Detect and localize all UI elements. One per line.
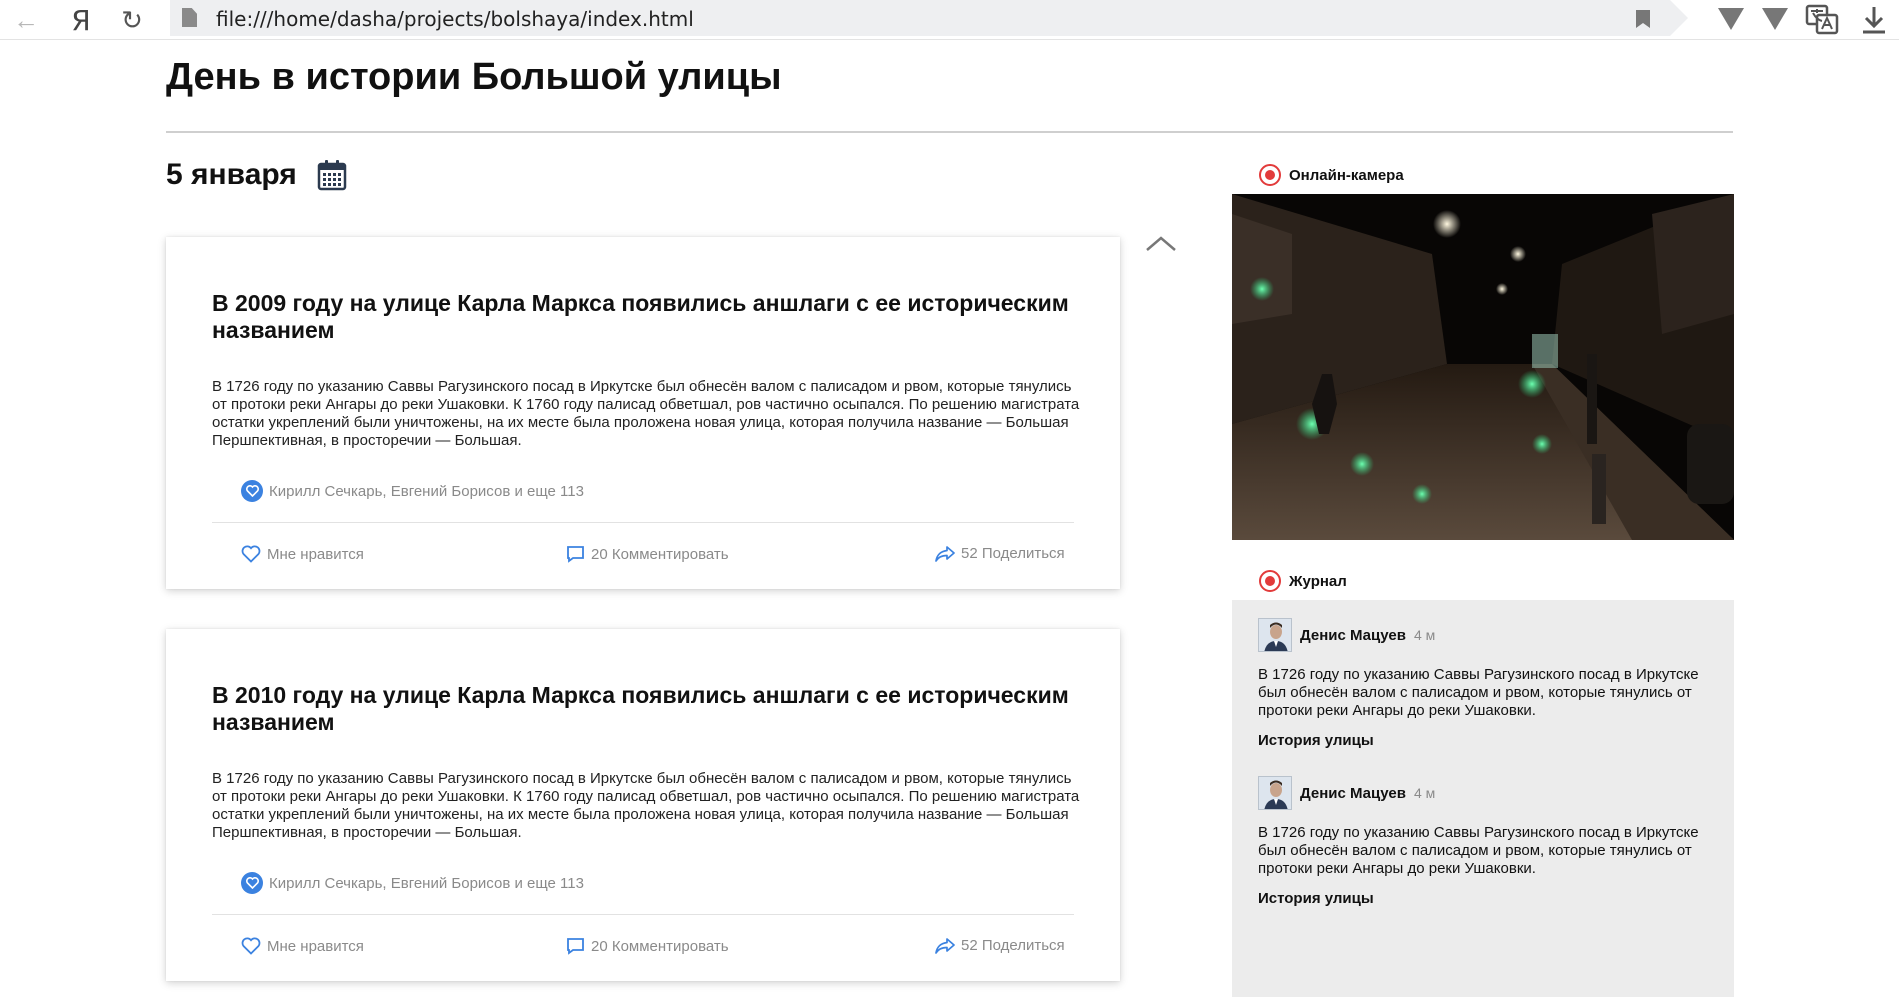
reload-icon[interactable]: ↻ bbox=[116, 4, 148, 36]
page-title: День в истории Большой улицы bbox=[166, 56, 782, 98]
post-divider bbox=[212, 914, 1074, 915]
post-title: В 2009 году на улице Карла Маркса появил… bbox=[212, 290, 1069, 343]
download-icon[interactable] bbox=[1860, 4, 1888, 36]
heart-icon bbox=[241, 937, 261, 955]
journal-text: В 1726 году по указанию Саввы Рагузинско… bbox=[1258, 666, 1699, 719]
share-label: 52 Поделиться bbox=[961, 937, 1065, 954]
likers-summary[interactable]: Кирилл Сечкарь, Евгений Борисов и еще 11… bbox=[241, 872, 584, 894]
share-label: 52 Поделиться bbox=[961, 545, 1065, 562]
journal-label: Журнал bbox=[1289, 572, 1347, 590]
like-button[interactable]: Мне нравится bbox=[241, 937, 364, 955]
like-button[interactable]: Мне нравится bbox=[241, 545, 364, 563]
post-body: В 1726 году по указанию Саввы Рагузинско… bbox=[212, 770, 1080, 841]
post-divider bbox=[212, 522, 1074, 523]
comment-icon bbox=[567, 546, 584, 563]
comment-button[interactable]: 20 Комментировать bbox=[566, 937, 729, 955]
share-icon bbox=[935, 545, 955, 562]
comment-icon bbox=[567, 938, 584, 955]
journal-entry: Денис Мацуев 4 м В 1726 году по указанию… bbox=[1258, 618, 1718, 749]
camera-section-header: Онлайн-камера bbox=[1259, 164, 1404, 186]
calendar-icon[interactable] bbox=[317, 159, 347, 191]
post-title: В 2010 году на улице Карла Маркса появил… bbox=[212, 682, 1069, 735]
share-button[interactable]: 52 Поделиться bbox=[935, 545, 1065, 562]
like-label: Мне нравится bbox=[267, 545, 364, 563]
journal-tag-link[interactable]: История улицы bbox=[1258, 732, 1718, 749]
extension-icon[interactable] bbox=[1718, 8, 1744, 30]
bookmark-icon[interactable] bbox=[1636, 10, 1650, 28]
heart-badge-icon bbox=[241, 480, 263, 502]
live-camera-video[interactable] bbox=[1232, 194, 1734, 540]
avatar[interactable] bbox=[1258, 618, 1292, 652]
url-text[interactable]: file:///home/dasha/projects/bolshaya/ind… bbox=[216, 7, 694, 31]
heart-icon bbox=[241, 545, 261, 563]
record-icon bbox=[1259, 164, 1281, 186]
date-label: 5 января bbox=[166, 158, 297, 191]
post-body: В 1726 году по указанию Саввы Рагузинско… bbox=[212, 378, 1080, 449]
post-card: В 2009 году на улице Карла Маркса появил… bbox=[166, 237, 1120, 589]
comment-button[interactable]: 20 Комментировать bbox=[566, 545, 729, 563]
journal-time: 4 м bbox=[1413, 627, 1436, 643]
share-icon bbox=[935, 937, 955, 954]
file-icon bbox=[182, 8, 197, 27]
comment-label: 20 Комментировать bbox=[591, 937, 729, 955]
date-selector: 5 января bbox=[166, 158, 347, 192]
translate-icon[interactable] bbox=[1805, 4, 1839, 36]
likers-summary[interactable]: Кирилл Сечкарь, Евгений Борисов и еще 11… bbox=[241, 480, 584, 502]
chevron-up-icon[interactable] bbox=[1143, 232, 1179, 256]
extension-icon[interactable] bbox=[1762, 8, 1788, 30]
journal-text: В 1726 году по указанию Саввы Рагузинско… bbox=[1258, 824, 1699, 877]
journal-time: 4 м bbox=[1413, 785, 1436, 801]
camera-label: Онлайн-камера bbox=[1289, 166, 1404, 184]
journal-section-header: Журнал bbox=[1259, 570, 1347, 592]
heart-badge-icon bbox=[241, 872, 263, 894]
journal-author[interactable]: Денис Мацуев bbox=[1300, 785, 1406, 802]
avatar[interactable] bbox=[1258, 776, 1292, 810]
back-arrow-icon[interactable]: ← bbox=[10, 4, 42, 36]
night-street-image bbox=[1232, 194, 1734, 540]
address-bar[interactable]: file:///home/dasha/projects/bolshaya/ind… bbox=[170, 0, 1688, 36]
title-divider bbox=[166, 131, 1733, 133]
journal-entry: Денис Мацуев 4 м В 1726 году по указанию… bbox=[1258, 776, 1718, 907]
share-button[interactable]: 52 Поделиться bbox=[935, 937, 1065, 954]
record-icon bbox=[1259, 570, 1281, 592]
comment-label: 20 Комментировать bbox=[591, 545, 729, 563]
like-label: Мне нравится bbox=[267, 937, 364, 955]
likers-text: Кирилл Сечкарь, Евгений Борисов и еще 11… bbox=[269, 874, 584, 892]
yandex-logo-button[interactable]: Я bbox=[65, 4, 97, 37]
journal-tag-link[interactable]: История улицы bbox=[1258, 890, 1718, 907]
browser-toolbar: ← Я ↻ file:///home/dasha/projects/bolsha… bbox=[0, 0, 1899, 40]
likers-text: Кирилл Сечкарь, Евгений Борисов и еще 11… bbox=[269, 482, 584, 500]
journal-author[interactable]: Денис Мацуев bbox=[1300, 627, 1406, 644]
post-card: В 2010 году на улице Карла Маркса появил… bbox=[166, 629, 1120, 981]
journal-panel: Денис Мацуев 4 м В 1726 году по указанию… bbox=[1232, 600, 1734, 997]
